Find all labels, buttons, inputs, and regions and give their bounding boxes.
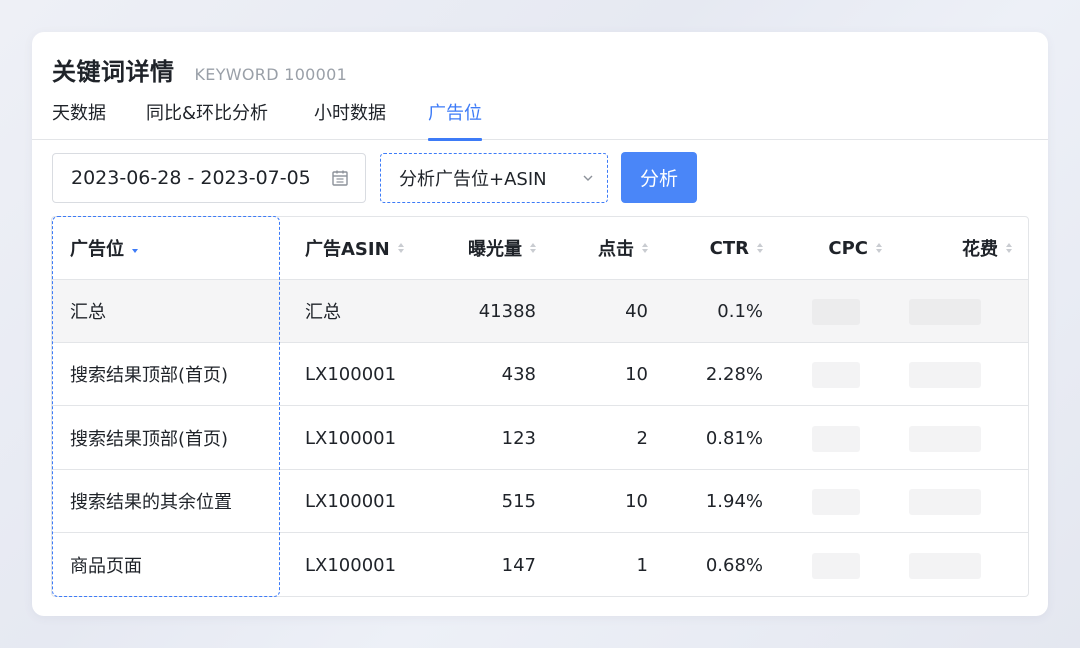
date-range-picker[interactable]: 2023-06-28 - 2023-07-05	[52, 153, 366, 203]
table-row: 商品页面 LX100001 147 1 0.68%	[52, 534, 1028, 596]
tab-hourly-data[interactable]: 小时数据	[314, 102, 386, 140]
page-title: 关键词详情	[52, 58, 175, 86]
analysis-dimension-select[interactable]: 分析广告位+ASIN	[380, 153, 608, 203]
cell-cpc-placeholder	[812, 553, 860, 579]
cell-cpc-placeholder	[812, 362, 860, 388]
sort-icon[interactable]	[530, 243, 536, 253]
cell-cost-placeholder	[909, 489, 981, 515]
cell-impressions: 123	[501, 427, 536, 449]
tab-daily-data[interactable]: 天数据	[52, 102, 106, 140]
sort-icon[interactable]	[1006, 243, 1012, 253]
cell-cost-placeholder	[909, 553, 981, 579]
cell-clicks: 40	[625, 300, 648, 322]
column-header-ctr[interactable]: CTR	[652, 217, 763, 279]
table-row: 搜索结果顶部(首页) LX100001 438 10 2.28%	[52, 343, 1028, 406]
column-header-clicks[interactable]: 点击	[542, 217, 648, 279]
cell-ctr: 0.1%	[717, 300, 763, 322]
sort-desc-icon[interactable]	[132, 243, 138, 253]
keyword-detail-card: 关键词详情 KEYWORD 100001 天数据 同比&环比分析 小时数据 广告…	[32, 32, 1048, 616]
select-value: 分析广告位+ASIN	[399, 169, 547, 190]
sort-icon[interactable]	[876, 243, 882, 253]
column-header-placement[interactable]: 广告位	[70, 217, 280, 279]
column-header-impressions[interactable]: 曝光量	[432, 217, 536, 279]
analyze-button[interactable]: 分析	[621, 152, 697, 203]
keyword-id: KEYWORD 100001	[194, 65, 348, 84]
cell-cost-placeholder	[909, 362, 981, 388]
sort-icon[interactable]	[757, 243, 763, 253]
placement-table: 广告位 广告ASIN 曝光量 点击 CTR CPC 花费 汇总 汇总 41388…	[51, 216, 1029, 597]
cell-ctr: 1.94%	[705, 490, 763, 512]
cell-placement: 搜索结果顶部(首页)	[70, 365, 229, 386]
table-row: 搜索结果顶部(首页) LX100001 123 2 0.81%	[52, 407, 1028, 470]
cell-impressions: 438	[501, 363, 536, 385]
cell-clicks: 10	[625, 490, 648, 512]
cell-impressions: 515	[501, 490, 536, 512]
column-header-cpc[interactable]: CPC	[782, 217, 882, 279]
cell-placement: 搜索结果的其余位置	[70, 492, 232, 513]
cell-cpc-placeholder	[812, 489, 860, 515]
cell-cpc-placeholder	[812, 299, 860, 325]
cell-ctr: 0.68%	[705, 554, 763, 576]
column-header-cost[interactable]: 花费	[902, 217, 1012, 279]
cell-impressions: 147	[501, 554, 536, 576]
cell-clicks: 2	[636, 427, 648, 449]
table-row-summary: 汇总 汇总 41388 40 0.1%	[52, 280, 1028, 343]
title-row: 关键词详情 KEYWORD 100001	[52, 52, 347, 87]
cell-placement: 汇总	[70, 302, 106, 323]
calendar-icon	[332, 170, 348, 186]
cell-placement: 搜索结果顶部(首页)	[70, 429, 229, 450]
cell-cpc-placeholder	[812, 426, 860, 452]
sort-icon[interactable]	[642, 243, 648, 253]
cell-cost-placeholder	[909, 299, 981, 325]
table-header-row: 广告位 广告ASIN 曝光量 点击 CTR CPC 花费	[52, 217, 1028, 280]
tab-ad-placement[interactable]: 广告位	[428, 102, 482, 141]
tab-yoy-mom-analysis[interactable]: 同比&环比分析	[146, 102, 268, 140]
sort-icon[interactable]	[397, 243, 404, 253]
cell-ctr: 2.28%	[705, 363, 763, 385]
cell-placement: 商品页面	[70, 556, 142, 577]
cell-clicks: 1	[636, 554, 648, 576]
tab-bar: 天数据 同比&环比分析 小时数据 广告位	[32, 94, 1048, 141]
table-row: 搜索结果的其余位置 LX100001 515 10 1.94%	[52, 470, 1028, 533]
cell-cost-placeholder	[909, 426, 981, 452]
chevron-down-icon	[583, 175, 593, 181]
cell-impressions: 41388	[478, 300, 536, 322]
cell-ctr: 0.81%	[705, 427, 763, 449]
date-range-value: 2023-06-28 - 2023-07-05	[71, 167, 311, 189]
cell-clicks: 10	[625, 363, 648, 385]
